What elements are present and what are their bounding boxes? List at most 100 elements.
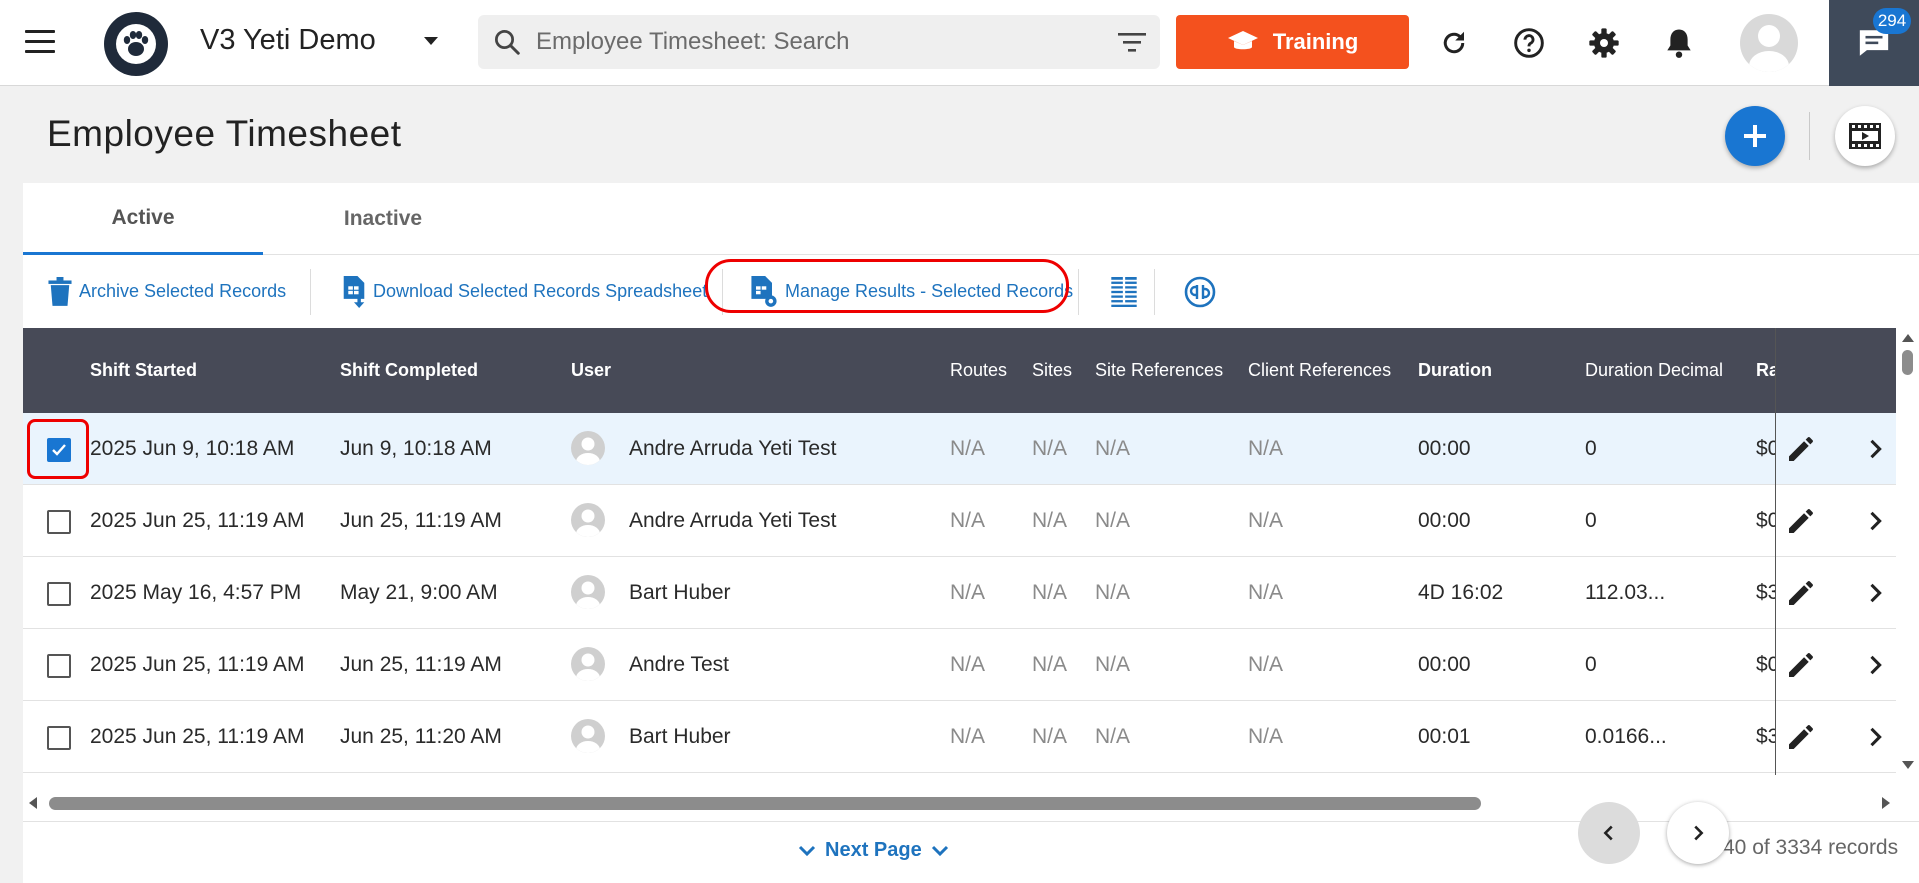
chevron-right-icon	[1694, 825, 1704, 841]
bell-icon[interactable]	[1662, 26, 1696, 60]
caret-down-icon[interactable]	[424, 37, 438, 45]
paw-icon[interactable]	[104, 12, 168, 76]
table-row[interactable]: 2025 Jun 25, 11:19 AM Jun 25, 11:20 AM B…	[23, 701, 1896, 773]
cell-duration: 00:00	[1418, 509, 1471, 532]
chat-button[interactable]: 294	[1829, 0, 1919, 86]
table-row[interactable]: 2025 Jun 25, 11:19 AM Jun 25, 11:19 AM A…	[23, 629, 1896, 701]
download-label: Download Selected Records Spreadsheet	[373, 281, 708, 301]
archive-button[interactable]: Archive Selected Records	[47, 255, 286, 328]
table-row[interactable]: 2025 Jun 25, 11:19 AM Jun 25, 11:19 AM A…	[23, 485, 1896, 557]
gear-icon[interactable]	[1587, 26, 1621, 60]
pencil-icon[interactable]	[1785, 649, 1817, 681]
archive-label: Archive Selected Records	[79, 281, 287, 301]
scroll-down-icon[interactable]	[1902, 761, 1914, 769]
cell-shift-started: 2025 Jun 25, 11:19 AM	[90, 509, 305, 532]
download-button[interactable]: Download Selected Records Spreadsheet	[341, 255, 707, 328]
col-routes[interactable]: Routes	[950, 328, 1020, 413]
row-checkbox[interactable]	[47, 582, 71, 606]
timesheet-card: Active Inactive Archive Selected Records…	[23, 183, 1919, 883]
cell-sites: N/A	[1032, 581, 1068, 604]
chevron-right-icon[interactable]	[1861, 723, 1889, 751]
chevron-right-icon[interactable]	[1861, 579, 1889, 607]
row-checkbox[interactable]	[47, 726, 71, 750]
col-client-references[interactable]: Client References	[1248, 328, 1408, 413]
training-label: Training	[1272, 29, 1359, 54]
scroll-right-icon[interactable]	[1882, 797, 1890, 809]
row-checkbox[interactable]	[47, 510, 71, 534]
next-page-label: Next Page	[825, 839, 922, 861]
table-row[interactable]: 2025 Jun 9, 10:18 AM Jun 9, 10:18 AM And…	[23, 413, 1896, 485]
quickbooks-button[interactable]	[1184, 255, 1216, 328]
cell-routes: N/A	[950, 509, 986, 532]
next-page-button[interactable]	[1667, 802, 1729, 864]
chevron-right-icon[interactable]	[1861, 651, 1889, 679]
cell-site-references: N/A	[1095, 509, 1131, 532]
cell-rate: $0	[1756, 437, 1775, 460]
cell-shift-completed: Jun 25, 11:20 AM	[340, 725, 502, 748]
cell-user: Andre Arruda Yeti Test	[629, 509, 837, 532]
scroll-thumb[interactable]	[1902, 350, 1913, 375]
search-input[interactable]	[536, 27, 1076, 57]
cell-client-references: N/A	[1248, 437, 1284, 460]
video-icon	[1849, 123, 1881, 149]
col-shift-started[interactable]: Shift Started	[90, 328, 320, 413]
chat-badge: 294	[1873, 8, 1911, 34]
grid-body: 2025 Jun 9, 10:18 AM Jun 9, 10:18 AM And…	[23, 413, 1896, 775]
cell-client-references: N/A	[1248, 653, 1284, 676]
scroll-up-icon[interactable]	[1902, 334, 1914, 342]
cell-rate: $0	[1756, 509, 1775, 532]
cell-routes: N/A	[950, 437, 986, 460]
pencil-icon[interactable]	[1785, 577, 1817, 609]
pencil-icon[interactable]	[1785, 505, 1817, 537]
next-page-link[interactable]: Next Page	[797, 839, 950, 862]
cell-site-references: N/A	[1095, 653, 1131, 676]
cell-duration-decimal: 0	[1585, 437, 1597, 460]
cell-client-references: N/A	[1248, 725, 1284, 748]
cell-user: Bart Huber	[629, 725, 731, 748]
video-button[interactable]	[1835, 106, 1895, 166]
col-duration-decimal[interactable]: Duration Decimal	[1585, 328, 1750, 413]
tab-inactive[interactable]: Inactive	[263, 183, 503, 255]
col-sites[interactable]: Sites	[1032, 328, 1092, 413]
help-icon[interactable]	[1512, 26, 1546, 60]
columns-button[interactable]	[1110, 255, 1138, 328]
scroll-left-icon[interactable]	[29, 797, 37, 809]
col-site-references[interactable]: Site References	[1095, 328, 1235, 413]
chevron-right-icon[interactable]	[1861, 507, 1889, 535]
chevron-right-icon[interactable]	[1861, 435, 1889, 463]
cell-shift-started: 2025 Jun 25, 11:19 AM	[90, 653, 305, 676]
scroll-thumb[interactable]	[49, 797, 1481, 810]
cell-sites: N/A	[1032, 437, 1068, 460]
col-user[interactable]: User	[571, 328, 771, 413]
chevron-down-icon	[798, 845, 816, 856]
col-shift-completed[interactable]: Shift Completed	[340, 328, 540, 413]
app-name[interactable]: V3 Yeti Demo	[200, 24, 376, 57]
row-checkbox[interactable]	[47, 438, 71, 462]
col-duration[interactable]: Duration	[1418, 328, 1538, 413]
pencil-icon[interactable]	[1785, 433, 1817, 465]
cell-duration-decimal: 0.0166...	[1585, 725, 1667, 748]
avatar-icon	[571, 503, 605, 537]
file-settings-icon	[751, 275, 777, 307]
toolbar-divider	[1078, 269, 1079, 315]
col-rate[interactable]: Ra	[1756, 328, 1775, 413]
menu-icon[interactable]	[25, 30, 55, 54]
cell-routes: N/A	[950, 653, 986, 676]
avatar-icon[interactable]	[1740, 14, 1798, 72]
previous-page-button[interactable]	[1578, 802, 1640, 864]
training-button[interactable]: Training	[1176, 15, 1409, 69]
row-checkbox[interactable]	[47, 654, 71, 678]
add-button[interactable]	[1725, 106, 1785, 166]
tab-active[interactable]: Active	[23, 183, 263, 255]
toolbar-divider	[1154, 269, 1155, 315]
pencil-icon[interactable]	[1785, 721, 1817, 753]
filter-icon[interactable]	[1118, 31, 1146, 53]
refresh-icon[interactable]	[1437, 26, 1471, 60]
cell-duration: 00:00	[1418, 653, 1471, 676]
table-row[interactable]: 2025 May 16, 4:57 PM May 21, 9:00 AM Bar…	[23, 557, 1896, 629]
vertical-scrollbar[interactable]	[1896, 328, 1919, 775]
cell-user: Andre Arruda Yeti Test	[629, 437, 837, 460]
search-icon	[495, 30, 520, 55]
manage-results-button[interactable]: Manage Results - Selected Records	[749, 255, 1073, 328]
cell-shift-started: 2025 Jun 9, 10:18 AM	[90, 437, 295, 460]
